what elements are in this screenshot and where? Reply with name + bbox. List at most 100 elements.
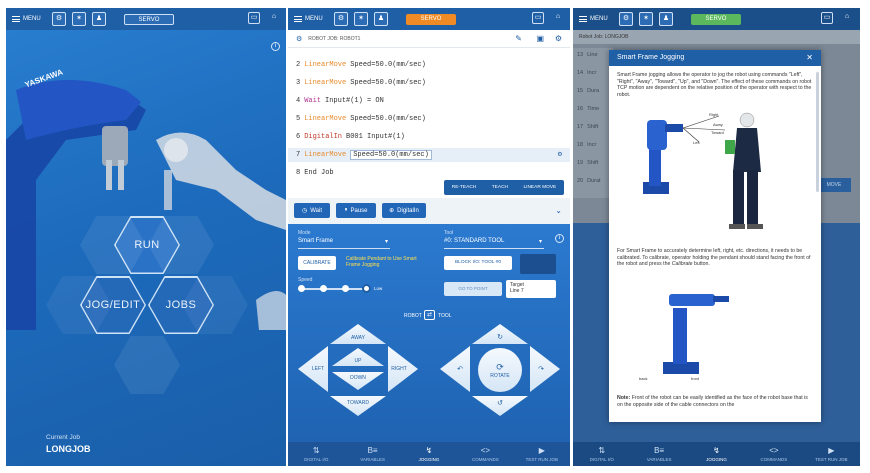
- pendant-icon[interactable]: ⌂: [841, 12, 853, 24]
- rotate-up-button[interactable]: ↻: [472, 324, 528, 344]
- rotate-down-button[interactable]: ↺: [472, 396, 528, 416]
- reteach-button[interactable]: RE-TEACH: [452, 185, 477, 190]
- note-label: Note:: [617, 395, 631, 401]
- servo-button[interactable]: SERVO: [406, 13, 456, 25]
- jog-down-label: DOWN: [350, 375, 366, 381]
- go-to-point-button[interactable]: GO TO POINT: [444, 282, 502, 296]
- pendant-icon[interactable]: ⌂: [552, 12, 564, 24]
- command-keyword: Wait: [304, 97, 322, 105]
- joint-icon[interactable]: ✶: [639, 12, 653, 26]
- camera-preview[interactable]: [520, 254, 556, 274]
- line-number: 5: [296, 115, 301, 123]
- chevron-down-icon[interactable]: ⌄: [555, 206, 562, 215]
- servo-button[interactable]: SERVO: [691, 13, 741, 25]
- chevron-down-icon: ▾: [384, 239, 388, 245]
- current-job-value[interactable]: LONGJOB: [46, 444, 91, 454]
- code-line[interactable]: 3 LinearMove Speed=50.0(mm/sec): [288, 76, 570, 90]
- menu-icon: [294, 16, 302, 22]
- tab-test-run-job[interactable]: ▶ TEST RUN JOB: [803, 442, 860, 466]
- jog-up-button[interactable]: UP: [332, 348, 384, 366]
- frame-toggle[interactable]: ⇄: [424, 310, 435, 320]
- wait-button[interactable]: ◷ Wait: [294, 203, 330, 218]
- edit-icon[interactable]: ✎: [515, 34, 522, 43]
- menu-button[interactable]: MENU: [294, 16, 334, 22]
- rotate-label: ROTATE: [490, 372, 510, 379]
- code-line[interactable]: 5 LinearMove Speed=50.0(mm/sec): [288, 112, 570, 126]
- code-line[interactable]: 7 LinearMove Speed=50.0(mm/sec) ⚙: [288, 148, 570, 162]
- pause-button[interactable]: ⏸ Pause: [336, 203, 376, 218]
- menu-label: MENU: [305, 16, 323, 22]
- close-icon[interactable]: ✕: [806, 53, 813, 62]
- chat-icon[interactable]: ▭: [821, 12, 833, 24]
- robot-icon[interactable]: ⚙: [619, 12, 633, 26]
- tab-label: VARIABLES: [646, 457, 672, 462]
- settings-icon[interactable]: ⚙: [555, 34, 562, 43]
- pendant-icon[interactable]: ⌂: [268, 12, 280, 24]
- tool-frame-label: TOOL: [438, 313, 452, 319]
- joint-icon[interactable]: ✶: [72, 12, 86, 26]
- jog-right-button[interactable]: RIGHT: [388, 346, 418, 392]
- job-header: Robot Job: LONGJOB: [573, 30, 860, 44]
- joint-icon[interactable]: ✶: [354, 12, 368, 26]
- block-io-button[interactable]: BLOCK I/O: TOOL #0: [444, 256, 512, 270]
- tab-commands[interactable]: <> COMMANDS: [457, 442, 513, 466]
- line-number: 18: [577, 142, 584, 148]
- rotate-right-button[interactable]: ↷: [530, 346, 560, 392]
- tab-variables[interactable]: B≡ VARIABLES: [630, 442, 687, 466]
- code-line[interactable]: 8 End Job: [288, 166, 570, 180]
- jog-toward-button[interactable]: TOWARD: [330, 396, 386, 416]
- save-icon[interactable]: ▣: [536, 34, 544, 43]
- jogging-icon: ↯: [713, 446, 720, 455]
- tab-test-run-job[interactable]: ▶ TEST RUN JOB: [514, 442, 570, 466]
- job-code-list: 2 LinearMove Speed=50.0(mm/sec) 3 LinearMove…: [288, 50, 570, 180]
- tab-jogging[interactable]: ↯ JOGGING: [401, 442, 457, 466]
- jogging-icon: ↯: [425, 446, 433, 455]
- line-word: Shift: [587, 160, 599, 166]
- tab-jogging[interactable]: ↯ JOGGING: [688, 442, 745, 466]
- menu-label: MENU: [23, 16, 41, 22]
- info-icon[interactable]: i: [555, 234, 564, 243]
- command-keyword: LinearMove: [304, 151, 347, 159]
- speed-label: Speed: [298, 277, 313, 283]
- code-line[interactable]: 6 DigitalIn B001 Input#(1): [288, 130, 570, 144]
- line-settings-icon[interactable]: ⚙: [558, 148, 562, 162]
- rotate-button[interactable]: ⟳ ROTATE: [478, 348, 522, 392]
- digitalin-button[interactable]: ⊕ DigitalIn: [382, 203, 426, 218]
- menu-button[interactable]: MENU: [12, 16, 52, 22]
- wait-label: Wait: [310, 207, 323, 214]
- person-icon[interactable]: ♟: [659, 12, 673, 26]
- line-number: 13: [577, 52, 584, 58]
- calibrate-button[interactable]: CALIBRATE: [298, 256, 336, 270]
- tab-digital-io[interactable]: ⇅ DIGITAL I/O: [288, 442, 344, 466]
- speed-handle[interactable]: [362, 284, 371, 293]
- jog-down-button[interactable]: DOWN: [332, 372, 384, 390]
- line-number: 2: [296, 61, 301, 69]
- label-toward: Toward: [711, 130, 724, 135]
- rotate-left-button[interactable]: ↶: [440, 346, 470, 392]
- menu-button[interactable]: MENU: [579, 16, 619, 22]
- person-icon[interactable]: ♟: [92, 12, 106, 26]
- tool-select[interactable]: #0: STANDARD TOOL ▾: [444, 238, 544, 249]
- code-line[interactable]: 2 LinearMove Speed=50.0(mm/sec): [288, 58, 570, 72]
- modal-scrollbar[interactable]: [816, 72, 819, 192]
- code-line[interactable]: 4 Wait Input#(1) = ON: [288, 94, 570, 108]
- jog-away-button[interactable]: AWAY: [330, 324, 386, 344]
- tab-commands[interactable]: <> COMMANDS: [745, 442, 802, 466]
- tab-digital-io[interactable]: ⇅ DIGITAL I/O: [573, 442, 630, 466]
- block-io-label: BLOCK I/O: TOOL #0: [454, 260, 502, 265]
- speed-slider[interactable]: [300, 288, 370, 290]
- tab-variables[interactable]: B≡ VARIABLES: [344, 442, 400, 466]
- teach-button[interactable]: TEACH: [492, 185, 508, 190]
- mode-select[interactable]: Smart Frame ▾: [298, 238, 390, 249]
- line-word: Time: [587, 106, 600, 112]
- modal-note: Note: Front of the robot can be easily i…: [617, 395, 813, 408]
- move-button[interactable]: MOVE: [817, 178, 851, 192]
- chat-icon[interactable]: ▭: [248, 12, 260, 24]
- robot-icon[interactable]: ⚙: [334, 12, 348, 26]
- servo-button[interactable]: SERVO: [124, 13, 174, 25]
- chat-icon[interactable]: ▭: [532, 12, 544, 24]
- jog-left-button[interactable]: LEFT: [298, 346, 328, 392]
- person-icon[interactable]: ♟: [374, 12, 388, 26]
- robot-icon[interactable]: ⚙: [52, 12, 66, 26]
- linear-move-button[interactable]: LINEAR MOVE: [523, 185, 556, 190]
